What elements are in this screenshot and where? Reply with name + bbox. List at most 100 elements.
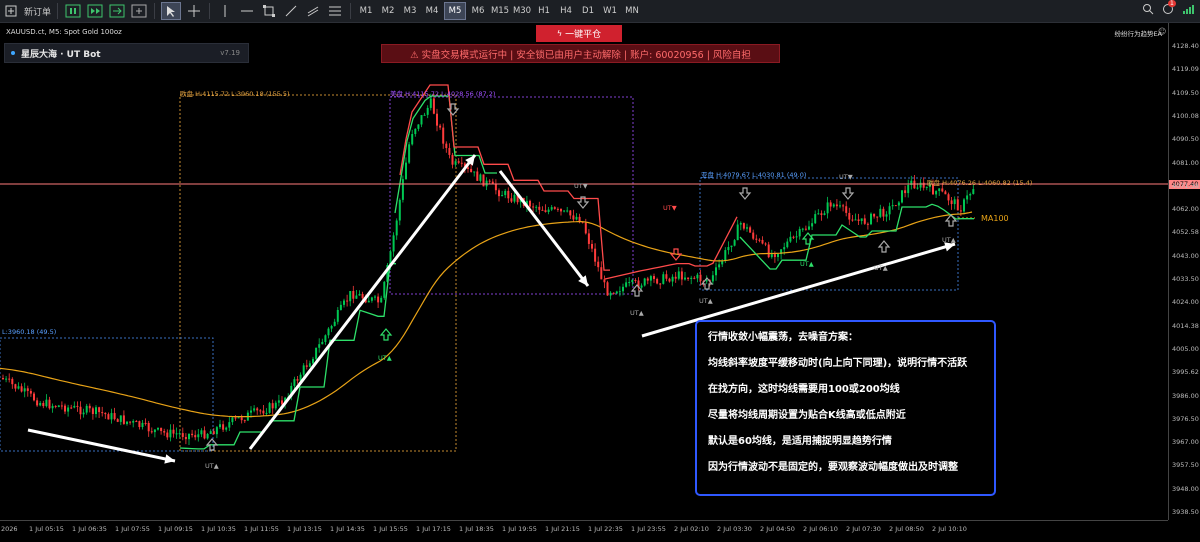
search-icon[interactable] [1142, 3, 1154, 18]
candle-body [919, 182, 922, 188]
candle-body [724, 250, 727, 261]
trendline-icon[interactable] [282, 3, 300, 19]
candle-body [575, 216, 578, 220]
annotation-line: 因为行情波动不是固定的，要观察波动幅度做出及时调整 [708, 462, 958, 473]
candle-body [904, 190, 907, 194]
candle-body [513, 194, 516, 202]
candle-body [687, 277, 690, 279]
candle-body [20, 386, 23, 392]
ea-panel[interactable]: 星辰大海 · UT Bot v7.19 [4, 43, 249, 63]
timeframe-w1[interactable]: W1 [600, 3, 620, 19]
time-tick-label: 1 Jul 06:35 [72, 525, 107, 533]
candle-body [436, 113, 438, 126]
candle-body [963, 199, 965, 212]
candle-body [656, 278, 659, 284]
candle-body [253, 408, 256, 411]
candle-body [671, 276, 674, 282]
candle-body [857, 219, 860, 221]
timeframe-h4[interactable]: H4 [556, 3, 576, 19]
candle-body [23, 388, 26, 392]
candle-body [228, 422, 231, 428]
candle-body [296, 379, 299, 381]
price-tick-label: 3995.62 [1172, 368, 1199, 377]
ut-buy-label: UT▲ [630, 309, 644, 317]
annotation-box: 行情收敛小幅震荡，去噪音方案： 均线斜率坡度平缓移动时(向上向下同理)，说明行情不… [695, 320, 996, 496]
timeframe-m4[interactable]: M4 [422, 3, 442, 19]
timeframe-m30[interactable]: M30 [512, 3, 532, 19]
vertical-line-icon[interactable] [216, 3, 234, 19]
candle-body [178, 433, 181, 435]
trailing-stop-green [394, 95, 497, 214]
candle-body [153, 429, 156, 433]
candle-body [631, 280, 634, 283]
candle-body [959, 210, 962, 212]
timeframe-m15[interactable]: M15 [490, 3, 510, 19]
candle-body [45, 399, 48, 407]
timeframe-m2[interactable]: M2 [378, 3, 398, 19]
crosshair-icon[interactable] [185, 3, 203, 19]
candle-body [119, 415, 122, 422]
candle-body [950, 200, 953, 205]
candle-body [925, 186, 928, 188]
fibonacci-icon[interactable] [326, 3, 344, 19]
close-all-button[interactable]: ϟ 一键平仓 [536, 25, 622, 42]
timeframe-m5[interactable]: M5 [444, 2, 467, 20]
timeframe-mn[interactable]: MN [622, 3, 642, 19]
status-dot-icon [11, 51, 15, 55]
candle-body [160, 427, 163, 432]
timeframe-m3[interactable]: M3 [400, 3, 420, 19]
annotation-line: 尽量将均线周期设置为贴合K线高或低点附近 [708, 410, 906, 421]
candle-body [67, 407, 70, 412]
candle-body [132, 421, 135, 423]
notifications-icon[interactable]: 1 [1162, 0, 1176, 18]
candle-body [634, 280, 637, 282]
candle-body [612, 292, 615, 294]
price-tick-label: 4033.50 [1172, 275, 1199, 283]
timeframe-d1[interactable]: D1 [578, 3, 598, 19]
candle-body [622, 286, 624, 292]
candle-body [804, 228, 807, 230]
candle-body [600, 267, 603, 280]
new-order-button[interactable]: 新订单 [24, 2, 51, 20]
candle-body [367, 300, 370, 303]
candle-body [417, 124, 420, 129]
timeframe-h1[interactable]: H1 [534, 3, 554, 19]
candle-body [705, 280, 708, 282]
candle-body [916, 187, 919, 189]
candle-body [587, 233, 590, 244]
chart-shift-icon[interactable] [108, 3, 126, 19]
candle-body [73, 405, 76, 408]
candle-body [597, 261, 600, 268]
ut-buy-label: UT▲ [699, 297, 713, 305]
time-tick-label: 2 Jul 07:30 [846, 525, 881, 533]
toolbar-right: 1 [1142, 0, 1194, 18]
candle-body [395, 220, 398, 236]
candle-body [33, 393, 35, 401]
candle-body [504, 190, 507, 196]
channel-icon[interactable] [304, 3, 322, 19]
candle-body [733, 240, 736, 246]
timeframe-m1[interactable]: M1 [356, 3, 376, 19]
candle-body [432, 98, 435, 114]
candle-body [674, 276, 677, 279]
zoom-icon[interactable] [130, 3, 148, 19]
ma-label: MA100 [981, 214, 1009, 223]
cursor-icon[interactable] [161, 2, 182, 20]
time-axis[interactable]: 2026 1 Jul 05:15 1 Jul 06:35 1 Jul 07:55 1 J… [0, 520, 1168, 542]
candle-body [135, 421, 138, 423]
horizontal-line-icon[interactable] [238, 3, 256, 19]
timeframe-m6[interactable]: M6 [468, 3, 488, 19]
auto-trade-icon[interactable] [86, 3, 104, 19]
rectangle-tool-icon[interactable] [260, 3, 278, 19]
algo-trading-icon[interactable] [64, 3, 82, 19]
price-axis[interactable]: 4077.40 4128.40 4119.09 4109.50 4100.08 4090… [1168, 23, 1200, 520]
candle-body [944, 191, 947, 195]
trailing-stop-green [179, 263, 396, 450]
candle-body [262, 410, 265, 414]
candle-body [885, 214, 888, 217]
ut-buy-label: UT▲ [378, 354, 392, 362]
candle-body [54, 405, 57, 407]
new-order-icon[interactable] [2, 3, 20, 19]
candle-body [2, 378, 4, 380]
candle-body [591, 243, 593, 249]
